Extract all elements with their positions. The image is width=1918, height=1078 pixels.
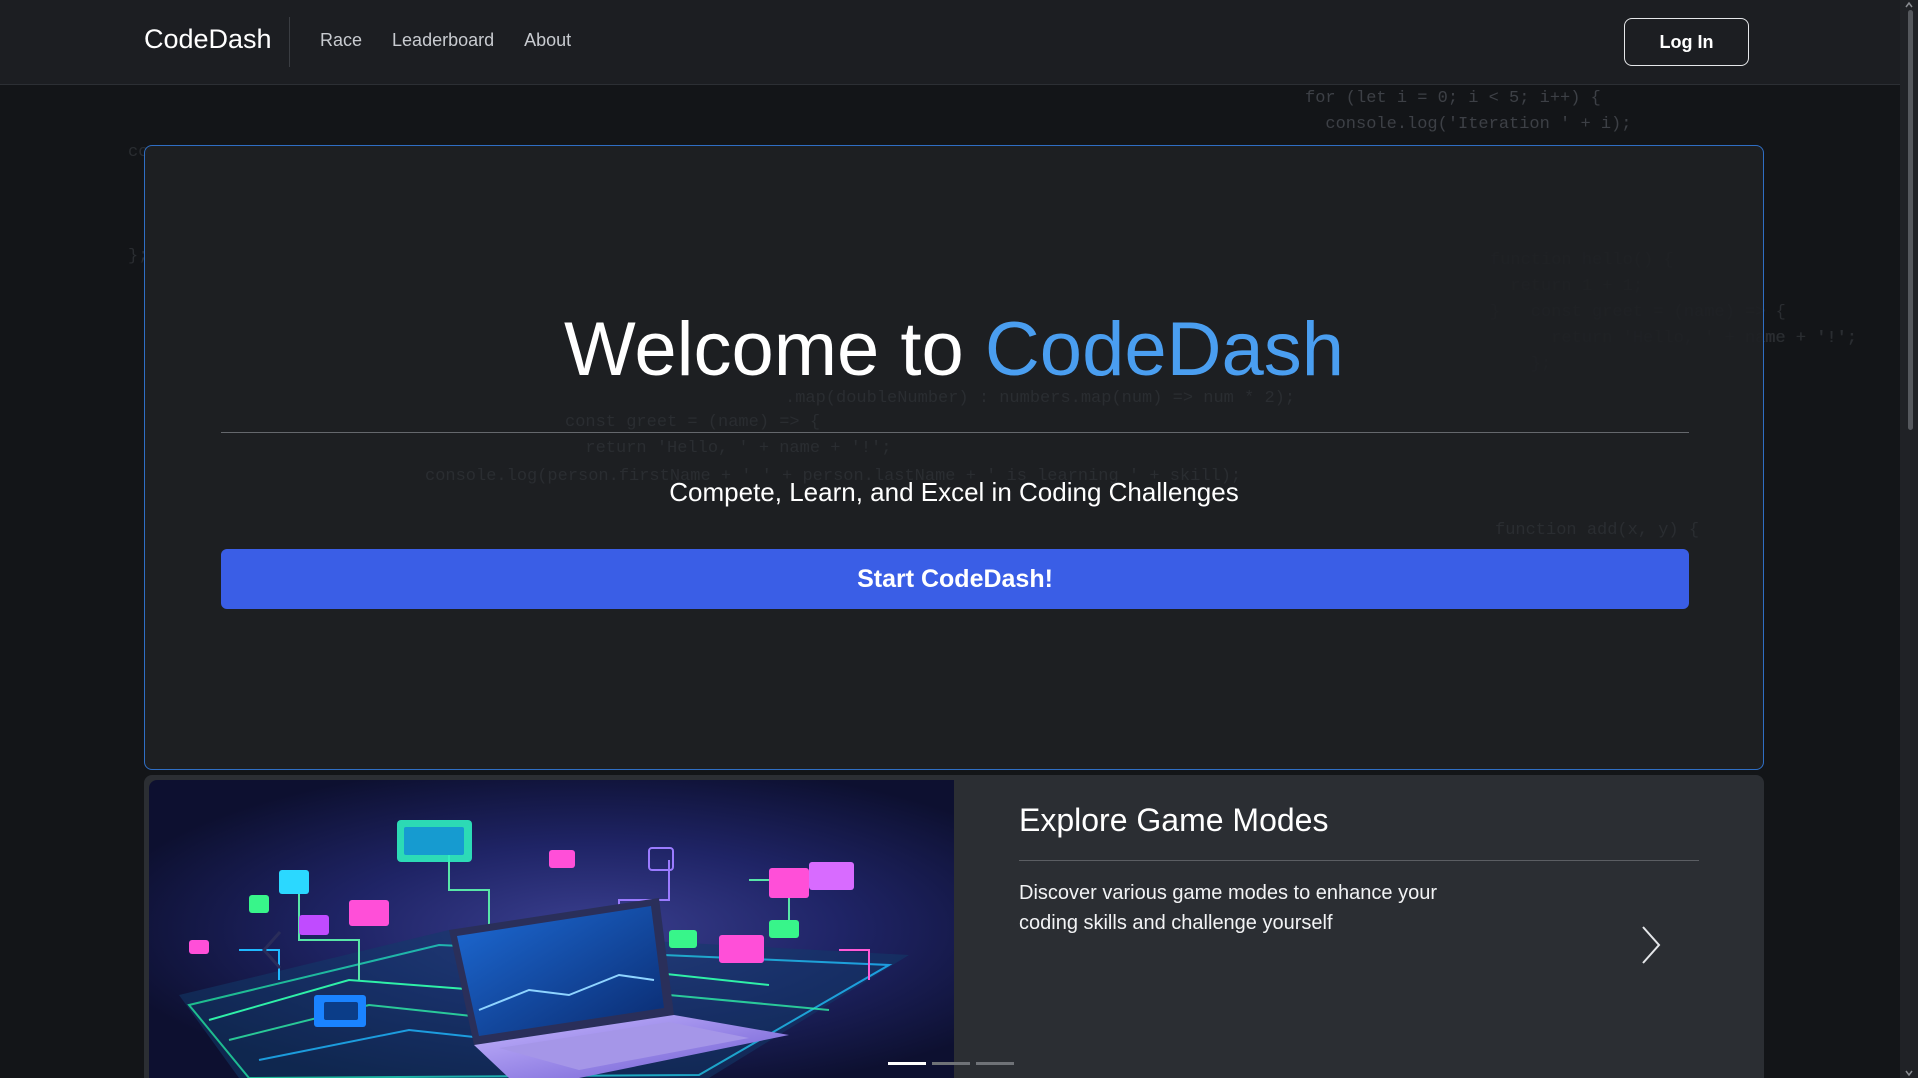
slide-divider <box>1019 860 1699 861</box>
slide-description: Discover various game modes to enhance y… <box>1019 882 1437 934</box>
background-code-right-tail: me + '!'; <box>1765 329 1857 348</box>
hero-background-code-4: function add(x, y) { <box>1495 521 1700 540</box>
carousel-next-button[interactable] <box>1629 915 1669 975</box>
nav-link-race[interactable]: Race <box>320 30 362 51</box>
nav-link-leaderboard[interactable]: Leaderboard <box>392 30 494 51</box>
navbar: CodeDash Race Leaderboard About Log In <box>0 0 1900 85</box>
hero-subtitle: Compete, Learn, and Excel in Coding Chal… <box>669 477 1239 507</box>
hero-card: .map(doubleNumber) : numbers.map(num) =>… <box>144 145 1764 770</box>
nav-links: Race Leaderboard About <box>320 30 571 51</box>
carousel-indicators <box>888 1062 1014 1065</box>
page-scrollbar[interactable] <box>1900 0 1918 1078</box>
carousel-indicator-1[interactable] <box>888 1062 926 1065</box>
background-code-top-right: for (let i = 0; i < 5; i++) { console.lo… <box>1305 89 1632 134</box>
carousel-prev-button[interactable] <box>254 920 294 980</box>
scroll-up-arrow-icon[interactable] <box>1904 0 1914 10</box>
hero-title-accent: CodeDash <box>984 307 1345 392</box>
page: for (let i = 0; i < 5; i++) { console.lo… <box>0 0 1918 1078</box>
hero-background-code-2: const greet = (name) => { return 'Hello,… <box>565 413 892 458</box>
brand-divider <box>289 17 290 67</box>
slide-title: Explore Game Modes <box>1019 802 1329 838</box>
hero-divider <box>221 432 1689 433</box>
chevron-right-icon <box>1642 926 1661 964</box>
chevron-left-icon <box>261 931 282 969</box>
carousel-indicator-3[interactable] <box>976 1062 1014 1065</box>
login-button[interactable]: Log In <box>1624 18 1749 66</box>
scroll-down-arrow-icon[interactable] <box>1904 1068 1914 1078</box>
start-codedash-button[interactable]: Start CodeDash! <box>221 549 1689 609</box>
hero-title: Welcome to CodeDash <box>145 306 1763 393</box>
brand-logo[interactable]: CodeDash <box>144 24 272 55</box>
laptop-code-illustration <box>149 780 954 1078</box>
carousel-indicator-2[interactable] <box>932 1062 970 1065</box>
game-modes-carousel: Explore Game Modes Discover various game… <box>144 775 1764 1078</box>
hero-title-prefix: Welcome to <box>563 307 985 392</box>
nav-link-about[interactable]: About <box>524 30 571 51</box>
scrollbar-thumb[interactable] <box>1908 10 1913 430</box>
